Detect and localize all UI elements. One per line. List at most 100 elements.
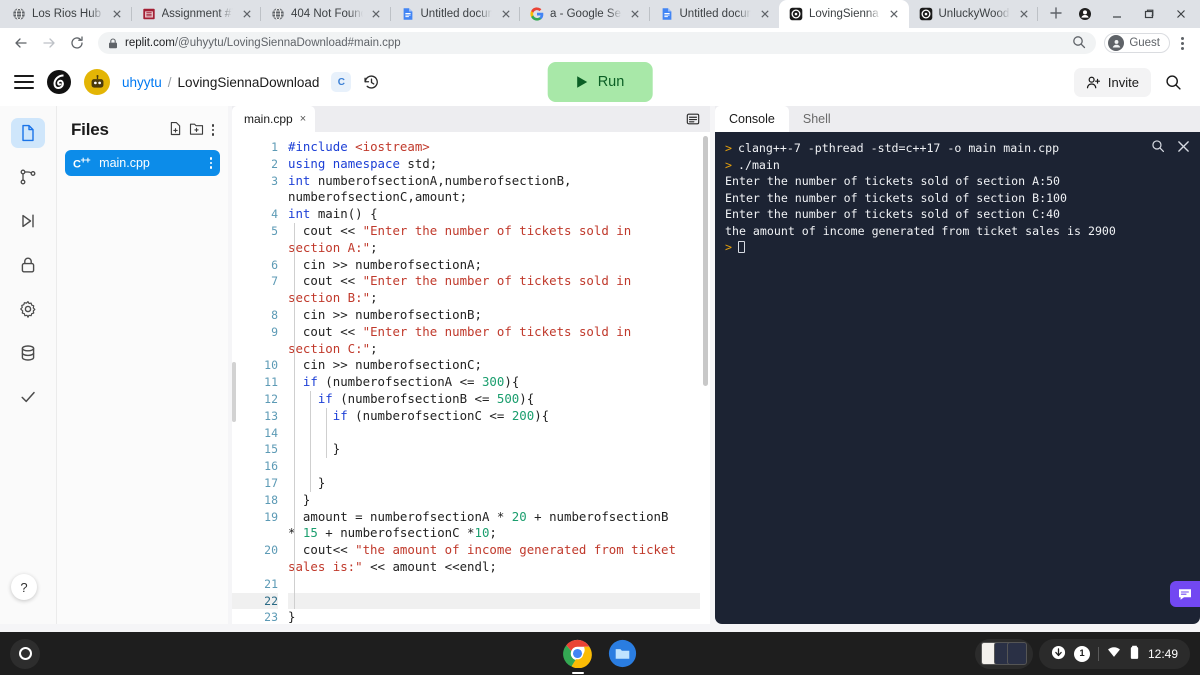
code-line: if (numberofsectionA <= 300){ xyxy=(288,374,700,391)
url-text: replit.com/@uhyytu/LovingSiennaDownload#… xyxy=(125,37,401,49)
window-previews[interactable] xyxy=(974,638,1033,669)
replit-logo-icon[interactable] xyxy=(46,69,72,95)
profile-button[interactable]: Guest xyxy=(1104,33,1170,53)
code-line: cout << "Enter the number of tickets sol… xyxy=(288,222,632,257)
browser-tab-title: 404 Not Found xyxy=(291,8,363,20)
console-actions xyxy=(1151,139,1190,158)
browser-tab[interactable]: UnluckyWoodenW xyxy=(909,0,1038,28)
close-icon[interactable]: × xyxy=(300,113,306,125)
tray-updates-icon[interactable] xyxy=(1051,645,1066,663)
line-number: 17 xyxy=(264,475,278,490)
close-tab-icon[interactable] xyxy=(110,7,125,22)
invite-button[interactable]: Invite xyxy=(1073,67,1151,97)
gear-icon xyxy=(20,301,36,318)
play-icon xyxy=(577,76,588,88)
breadcrumb-separator: / xyxy=(167,74,172,90)
close-tab-icon[interactable] xyxy=(239,7,254,22)
maximize-button[interactable] xyxy=(1134,1,1164,27)
status-tray[interactable]: 1 12:49 xyxy=(1038,638,1190,669)
add-folder-button[interactable] xyxy=(189,121,204,139)
console-output[interactable]: > clang++-7 -pthread -std=c++17 -o main m… xyxy=(715,132,1200,624)
omnibox-search-icon[interactable] xyxy=(1072,35,1086,52)
file-menu-button[interactable] xyxy=(209,157,212,169)
minimize-button[interactable] xyxy=(1102,1,1132,27)
indent-guide xyxy=(294,508,295,543)
battery-icon[interactable] xyxy=(1129,645,1140,663)
notification-count-badge[interactable]: 1 xyxy=(1073,645,1090,662)
header-right-actions: Invite xyxy=(1073,67,1186,97)
close-tab-icon[interactable] xyxy=(628,7,643,22)
browser-tab[interactable]: LovingSienna Dow xyxy=(779,0,909,28)
console-search-icon[interactable] xyxy=(1151,139,1165,158)
avatar[interactable] xyxy=(84,69,110,95)
close-tab-icon[interactable] xyxy=(887,7,902,22)
forward-button[interactable] xyxy=(36,30,62,56)
run-button[interactable]: Run xyxy=(547,62,653,102)
line-number: 5 xyxy=(271,223,278,238)
console-clear-icon[interactable] xyxy=(1177,140,1190,158)
line-number: 11 xyxy=(264,375,278,390)
code-line xyxy=(288,592,700,610)
console-input-line[interactable]: > xyxy=(725,239,1190,256)
app-active-indicator xyxy=(571,671,584,674)
sidebar-item-files[interactable] xyxy=(11,118,45,148)
add-file-button[interactable] xyxy=(168,121,183,139)
close-tab-icon[interactable] xyxy=(757,7,772,22)
shelf-app-files[interactable] xyxy=(608,639,637,668)
profile-avatar-icon xyxy=(1108,35,1125,51)
editor-pane-options-button[interactable] xyxy=(686,106,710,132)
help-button[interactable]: ? xyxy=(11,574,37,600)
files-panel-actions xyxy=(168,121,217,139)
indent-guide xyxy=(294,357,295,375)
close-window-button[interactable] xyxy=(1166,1,1196,27)
file-list-item[interactable]: C++ main.cpp xyxy=(65,150,220,176)
history-icon[interactable] xyxy=(363,74,380,91)
pane-layout-icon xyxy=(686,113,700,125)
console-tab-bar: Console Shell xyxy=(715,106,1200,132)
breadcrumb-owner[interactable]: uhyytu xyxy=(122,75,162,90)
editor-vertical-scrollbar[interactable] xyxy=(703,136,708,386)
wifi-icon[interactable] xyxy=(1107,645,1121,662)
new-tab-button[interactable] xyxy=(1042,0,1070,27)
breadcrumb-repl-name[interactable]: LovingSiennaDownload xyxy=(178,75,320,90)
search-icon[interactable] xyxy=(1161,70,1186,95)
console-tab[interactable]: Shell xyxy=(789,106,845,132)
browser-tab[interactable]: Assignment #7 (d xyxy=(132,0,261,28)
sidebar-item-version-control[interactable] xyxy=(11,162,45,192)
browser-tab[interactable]: 404 Not Found xyxy=(261,0,391,28)
code-editor[interactable]: 1 2 3 4 5 6 7 8 9 10 11 12 13 14 15 16 17 18 19 20 21 22 23 #i… xyxy=(232,132,710,624)
menu-hamburger-icon[interactable] xyxy=(14,75,34,89)
shelf-app-chrome[interactable] xyxy=(563,639,592,674)
clock[interactable]: 12:49 xyxy=(1148,647,1178,661)
close-tab-icon[interactable] xyxy=(369,7,384,22)
browser-tab[interactable]: Untitled documen xyxy=(650,0,780,28)
chat-feedback-button[interactable] xyxy=(1170,581,1200,607)
sidebar-item-checks[interactable] xyxy=(11,382,45,412)
launcher-button[interactable] xyxy=(10,638,40,669)
window-thumb[interactable] xyxy=(1006,642,1027,665)
browser-tab[interactable]: Untitled documen xyxy=(391,0,520,28)
console-line: > clang++-7 -pthread -std=c++17 -o main m… xyxy=(725,140,1190,157)
sidebar-item-debugger[interactable] xyxy=(11,206,45,236)
sidebar-item-settings[interactable] xyxy=(11,294,45,324)
files-panel-menu-button[interactable] xyxy=(210,124,217,136)
browser-tab[interactable]: a - Google Search xyxy=(520,0,650,28)
close-tab-icon[interactable] xyxy=(498,7,513,22)
chromeos-shelf: 1 12:49 xyxy=(0,632,1200,675)
editor-code-content[interactable]: #include <iostream> using namespace std; i… xyxy=(288,132,710,624)
close-tab-icon[interactable] xyxy=(1016,7,1031,22)
address-bar[interactable]: replit.com/@uhyytu/LovingSiennaDownload#… xyxy=(98,32,1097,54)
reload-button[interactable] xyxy=(64,30,90,56)
editor-tab-main-cpp[interactable]: main.cpp × xyxy=(232,106,316,132)
console-prompt: > xyxy=(725,240,732,254)
sidebar-item-database[interactable] xyxy=(11,338,45,368)
indent-guide xyxy=(294,256,295,274)
sidebar-item-secrets[interactable] xyxy=(11,250,45,280)
console-tab[interactable]: Console xyxy=(715,106,789,132)
browser-tab[interactable]: Los Rios Hub xyxy=(2,0,132,28)
indent-guide xyxy=(294,441,295,459)
line-number: 16 xyxy=(264,459,278,474)
chrome-menu-button[interactable] xyxy=(1172,36,1192,50)
back-button[interactable] xyxy=(8,30,34,56)
breadcrumb: uhyytu / LovingSiennaDownload xyxy=(122,75,319,90)
